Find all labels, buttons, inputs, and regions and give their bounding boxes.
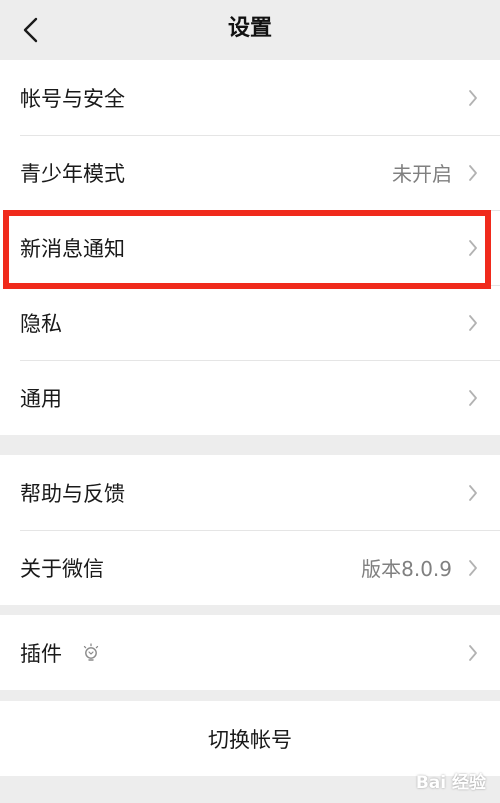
settings-item-label: 帐号与安全 bbox=[20, 86, 125, 111]
settings-group-account: 帐号与安全 青少年模式 未开启 新消息通知 隐私 通用 bbox=[0, 60, 500, 435]
chevron-right-icon bbox=[464, 89, 482, 107]
switch-account-button[interactable]: 切换帐号 bbox=[0, 701, 500, 776]
settings-item-help-feedback[interactable]: 帮助与反馈 bbox=[0, 455, 500, 530]
settings-item-label: 新消息通知 bbox=[20, 236, 125, 261]
settings-item-label: 青少年模式 bbox=[20, 161, 125, 186]
settings-item-teen-mode[interactable]: 青少年模式 未开启 bbox=[0, 135, 500, 210]
nav-bar: 设置 bbox=[0, 0, 500, 60]
settings-item-label: 插件 bbox=[20, 641, 62, 666]
chevron-right-icon bbox=[464, 239, 482, 257]
chevron-left-icon bbox=[23, 17, 38, 43]
chevron-right-icon bbox=[464, 389, 482, 407]
settings-item-account-security[interactable]: 帐号与安全 bbox=[0, 60, 500, 135]
chevron-right-icon bbox=[464, 314, 482, 332]
teen-mode-status: 未开启 bbox=[392, 162, 452, 186]
lightbulb-icon bbox=[80, 642, 102, 664]
settings-item-new-message-notifications[interactable]: 新消息通知 bbox=[0, 210, 500, 285]
settings-item-label: 通用 bbox=[20, 386, 62, 411]
settings-item-label: 帮助与反馈 bbox=[20, 481, 125, 506]
settings-item-label: 隐私 bbox=[20, 311, 62, 336]
version-text: 版本8.0.9 bbox=[361, 557, 452, 581]
settings-item-privacy[interactable]: 隐私 bbox=[0, 285, 500, 360]
back-button[interactable] bbox=[12, 10, 48, 50]
settings-item-label: 关于微信 bbox=[20, 556, 104, 581]
chevron-right-icon bbox=[464, 484, 482, 502]
watermark: Bai 经验 bbox=[415, 773, 486, 793]
page-title: 设置 bbox=[227, 16, 272, 41]
chevron-right-icon bbox=[464, 559, 482, 577]
settings-item-about[interactable]: 关于微信 版本8.0.9 bbox=[0, 530, 500, 605]
settings-group-switch-account: 切换帐号 bbox=[0, 701, 500, 776]
settings-item-plugins[interactable]: 插件 bbox=[0, 615, 500, 690]
settings-group-plugins: 插件 bbox=[0, 615, 500, 690]
switch-account-label: 切换帐号 bbox=[208, 727, 292, 752]
settings-item-general[interactable]: 通用 bbox=[0, 360, 500, 435]
chevron-right-icon bbox=[464, 164, 482, 182]
chevron-right-icon bbox=[464, 644, 482, 662]
settings-group-help: 帮助与反馈 关于微信 版本8.0.9 bbox=[0, 455, 500, 605]
